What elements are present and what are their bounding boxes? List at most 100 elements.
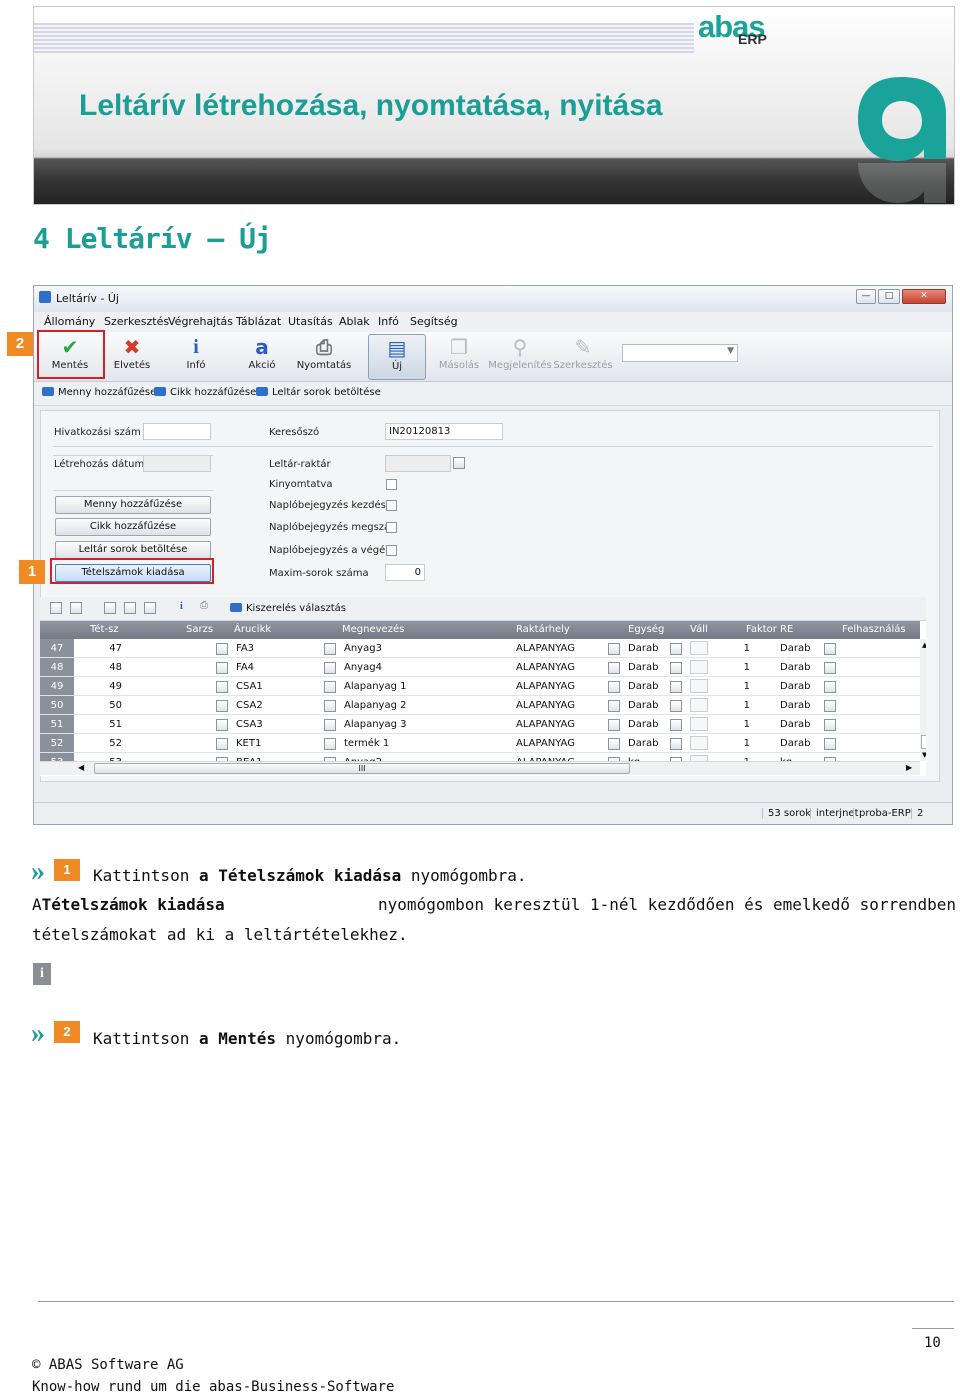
cell-loc[interactable]: ALAPANYAG — [516, 681, 575, 692]
new-button[interactable]: ▤ Új — [368, 334, 426, 380]
cell-lookup-icon[interactable] — [608, 643, 620, 655]
horizontal-scrollbar[interactable]: ◀ III ▶ — [40, 761, 920, 775]
cell-cikk[interactable]: FA4 — [236, 662, 254, 673]
cell-loc[interactable]: ALAPANYAG — [516, 643, 575, 654]
col-megnevezes[interactable]: Megnevezés — [342, 624, 404, 635]
log-start-checkbox[interactable] — [386, 500, 397, 511]
cell-lookup-icon[interactable] — [324, 681, 336, 693]
cell-vall[interactable] — [690, 736, 708, 750]
cell-lookup-icon[interactable] — [608, 681, 620, 693]
cell-loc[interactable]: ALAPANYAG — [516, 662, 575, 673]
load-rows-button[interactable]: Leltár sorok betöltése — [55, 541, 211, 559]
cell-lookup-icon[interactable] — [324, 643, 336, 655]
scroll-up-icon[interactable]: ▲ — [922, 641, 926, 649]
date-field[interactable] — [143, 455, 211, 472]
grid-info-icon[interactable]: i — [180, 601, 183, 612]
scroll-right-icon[interactable]: ▶ — [906, 763, 912, 772]
cell-re[interactable]: Darab — [780, 681, 810, 692]
menu-tablazat[interactable]: Táblázat — [236, 315, 281, 328]
cell-lookup-icon[interactable] — [608, 719, 620, 731]
log-break-checkbox[interactable] — [386, 522, 397, 533]
cell-loc[interactable]: ALAPANYAG — [516, 700, 575, 711]
col-felhasznalas[interactable]: Felhasználás — [842, 624, 906, 635]
menu-utasitas[interactable]: Utasítás — [288, 315, 333, 328]
cell-lookup-icon[interactable] — [324, 719, 336, 731]
action-add-quantity[interactable]: Menny hozzáfűzése — [42, 387, 156, 398]
copy-button[interactable]: ❐ Másolás — [434, 334, 484, 380]
menu-vegrehajtas[interactable]: Végrehajtás — [168, 315, 233, 328]
cell-lookup-icon[interactable] — [670, 681, 682, 693]
cell-lookup-icon[interactable] — [824, 643, 836, 655]
add-article-button[interactable]: Cikk hozzáfűzése — [55, 518, 211, 536]
menu-allomany[interactable]: Állomány — [44, 315, 95, 328]
cell-cikk[interactable]: CSA3 — [236, 719, 263, 730]
row-number[interactable]: 47 — [40, 639, 74, 657]
cell-lookup-icon[interactable] — [216, 643, 228, 655]
cell-name[interactable]: Alapanyag 3 — [344, 719, 407, 730]
cell-lookup-icon[interactable] — [670, 662, 682, 674]
cell-lookup-icon[interactable] — [670, 700, 682, 712]
cell-unit[interactable]: Darab — [628, 700, 658, 711]
grid-delete-icon[interactable] — [70, 602, 82, 614]
ref-field[interactable] — [143, 423, 211, 440]
cell-lookup-icon[interactable] — [608, 700, 620, 712]
cell-lookup-icon[interactable] — [216, 719, 228, 731]
col-arucikk[interactable]: Árucikk — [234, 624, 271, 635]
grid-printer-icon[interactable]: ⎙ — [200, 600, 208, 611]
cell-lookup-icon[interactable] — [608, 738, 620, 750]
edit-button[interactable]: ✎ Szerkesztés — [552, 334, 614, 380]
table-row[interactable]: 49 49 CSA1 Alapanyag 1 ALAPANYAG Darab 1 Darab — [40, 677, 920, 696]
cell-lookup-icon[interactable] — [324, 662, 336, 674]
menu-info[interactable]: Infó — [378, 315, 399, 328]
cell-lookup-icon[interactable] — [608, 662, 620, 674]
cell-cikk[interactable]: KET1 — [236, 738, 261, 749]
display-button[interactable]: ⚲ Megjelenítés — [488, 334, 552, 380]
menu-szerkesztes[interactable]: Szerkesztés — [104, 315, 169, 328]
table-row[interactable]: 52 52 KET1 termék 1 ALAPANYAG Darab 1 Darab — [40, 734, 920, 753]
cell-re[interactable]: Darab — [780, 719, 810, 730]
cell-factor[interactable]: 1 — [716, 719, 750, 730]
table-row[interactable]: 48 48 FA4 Anyag4 ALAPANYAG Darab 1 Darab — [40, 658, 920, 677]
grid-insert-icon[interactable] — [50, 602, 62, 614]
cell-vall[interactable] — [690, 679, 708, 693]
cell-tsz[interactable]: 52 — [76, 738, 122, 749]
search-field[interactable]: IN20120813 — [385, 423, 503, 440]
add-quantity-button[interactable]: Menny hozzáfűzése — [55, 496, 211, 514]
lookup-icon[interactable] — [453, 457, 465, 469]
cell-lookup-icon[interactable] — [824, 662, 836, 674]
cell-tsz[interactable]: 50 — [76, 700, 122, 711]
menu-segitseg[interactable]: Segítség — [410, 315, 458, 328]
col-vall[interactable]: Váll — [690, 624, 708, 635]
cell-lookup-icon[interactable] — [324, 700, 336, 712]
cell-lookup-icon[interactable] — [824, 719, 836, 731]
cell-vall[interactable] — [690, 660, 708, 674]
grid-copy-icon[interactable] — [124, 602, 136, 614]
cell-re[interactable]: Darab — [780, 738, 810, 749]
cell-factor[interactable]: 1 — [716, 681, 750, 692]
cell-factor[interactable]: 1 — [716, 662, 750, 673]
warehouse-field[interactable] — [385, 455, 451, 472]
action-load-rows[interactable]: Leltár sorok betöltése — [256, 387, 381, 398]
cell-unit[interactable]: Darab — [628, 662, 658, 673]
col-faktor[interactable]: Faktor — [746, 624, 777, 635]
action-add-article[interactable]: Cikk hozzáfűzése — [154, 387, 256, 398]
cell-unit[interactable]: Darab — [628, 738, 658, 749]
cell-factor[interactable]: 1 — [716, 700, 750, 711]
table-row[interactable]: 47 47 FA3 Anyag3 ALAPANYAG Darab 1 Darab — [40, 639, 920, 658]
cell-tsz[interactable]: 47 — [76, 643, 122, 654]
close-button[interactable]: ✕ — [902, 289, 946, 304]
cell-loc[interactable]: ALAPANYAG — [516, 738, 575, 749]
cell-re[interactable]: Darab — [780, 643, 810, 654]
cell-unit[interactable]: Darab — [628, 681, 658, 692]
cell-lookup-icon[interactable] — [824, 700, 836, 712]
cell-re[interactable]: Darab — [780, 700, 810, 711]
cell-lookup-icon[interactable] — [670, 738, 682, 750]
cell-name[interactable]: Anyag4 — [344, 662, 382, 673]
printed-checkbox[interactable] — [386, 479, 397, 490]
table-row[interactable]: 51 51 CSA3 Alapanyag 3 ALAPANYAG Darab 1 Darab — [40, 715, 920, 734]
action-button[interactable]: a Akció — [240, 334, 284, 380]
table-row[interactable]: 50 50 CSA2 Alapanyag 2 ALAPANYAG Darab 1 Darab — [40, 696, 920, 715]
cell-lookup-icon[interactable] — [216, 662, 228, 674]
col-egyseg[interactable]: Egység — [628, 624, 664, 635]
grid-paste-icon[interactable] — [144, 602, 156, 614]
